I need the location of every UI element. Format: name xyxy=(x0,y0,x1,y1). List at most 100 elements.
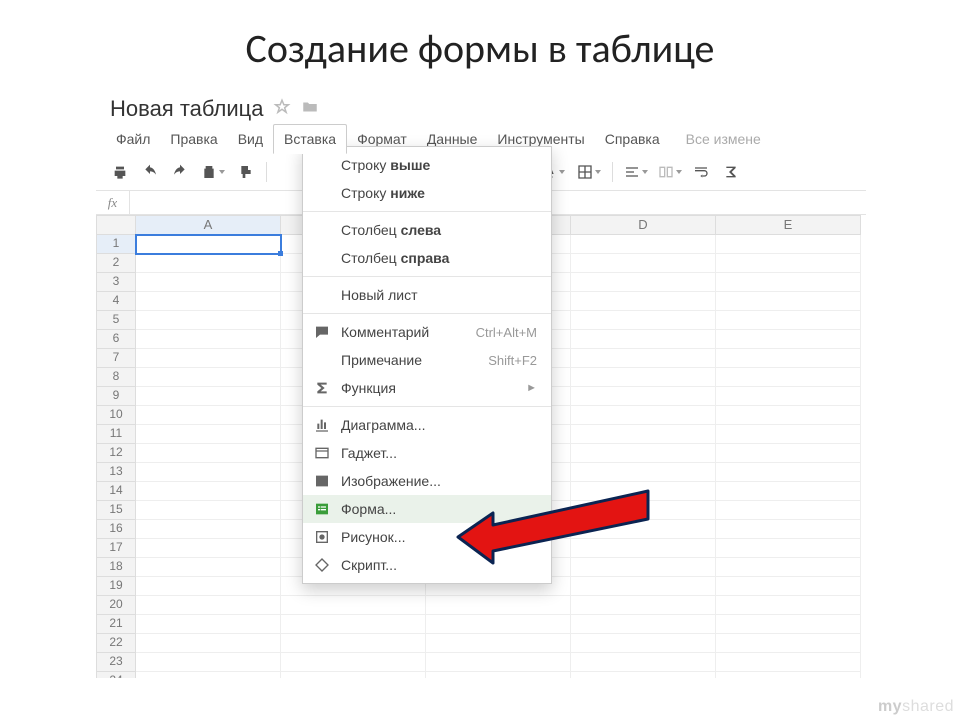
menu-view[interactable]: Вид xyxy=(228,125,273,153)
menu-help[interactable]: Справка xyxy=(595,125,670,153)
cell[interactable] xyxy=(716,254,861,273)
cell[interactable] xyxy=(716,273,861,292)
cell[interactable] xyxy=(716,672,861,678)
cell[interactable] xyxy=(281,653,426,672)
cell[interactable] xyxy=(571,615,716,634)
cell[interactable] xyxy=(571,653,716,672)
cell[interactable] xyxy=(136,577,281,596)
paste-button[interactable] xyxy=(196,160,230,184)
cell[interactable] xyxy=(136,349,281,368)
cell[interactable] xyxy=(571,311,716,330)
cell[interactable] xyxy=(716,444,861,463)
row-header[interactable]: 5 xyxy=(96,311,136,330)
cell[interactable] xyxy=(136,311,281,330)
star-icon[interactable] xyxy=(273,98,291,121)
cell[interactable] xyxy=(571,425,716,444)
cell[interactable] xyxy=(716,387,861,406)
cell[interactable] xyxy=(716,634,861,653)
cell[interactable] xyxy=(716,653,861,672)
cell[interactable] xyxy=(136,520,281,539)
dd-new-sheet[interactable]: Новый лист xyxy=(303,281,551,309)
row-header[interactable]: 12 xyxy=(96,444,136,463)
cell[interactable] xyxy=(136,634,281,653)
row-header[interactable]: 10 xyxy=(96,406,136,425)
cell[interactable] xyxy=(571,672,716,678)
functions-button[interactable] xyxy=(717,160,745,184)
row-header[interactable]: 9 xyxy=(96,387,136,406)
cell[interactable] xyxy=(281,672,426,678)
row-header[interactable]: 6 xyxy=(96,330,136,349)
cell[interactable] xyxy=(136,368,281,387)
cell[interactable] xyxy=(136,482,281,501)
cell[interactable] xyxy=(571,558,716,577)
cell[interactable] xyxy=(716,596,861,615)
row-header[interactable]: 13 xyxy=(96,463,136,482)
row-header[interactable]: 8 xyxy=(96,368,136,387)
cell[interactable] xyxy=(136,406,281,425)
row-header[interactable]: 7 xyxy=(96,349,136,368)
cell[interactable] xyxy=(716,235,861,254)
borders-button[interactable] xyxy=(572,160,606,184)
cell[interactable] xyxy=(571,482,716,501)
row-header[interactable]: 15 xyxy=(96,501,136,520)
menu-insert[interactable]: Вставка xyxy=(273,124,347,154)
col-header-e[interactable]: E xyxy=(716,215,861,235)
cell[interactable] xyxy=(716,501,861,520)
cell[interactable] xyxy=(716,311,861,330)
cell[interactable] xyxy=(136,558,281,577)
cell[interactable] xyxy=(571,577,716,596)
row-header[interactable]: 21 xyxy=(96,615,136,634)
cell[interactable] xyxy=(716,463,861,482)
row-header[interactable]: 19 xyxy=(96,577,136,596)
cell[interactable] xyxy=(716,349,861,368)
cell[interactable] xyxy=(716,292,861,311)
cell[interactable] xyxy=(571,330,716,349)
row-header[interactable]: 18 xyxy=(96,558,136,577)
cell[interactable] xyxy=(571,273,716,292)
cell[interactable] xyxy=(136,653,281,672)
cell[interactable] xyxy=(716,615,861,634)
cell[interactable] xyxy=(136,539,281,558)
row-header[interactable]: 22 xyxy=(96,634,136,653)
dd-function[interactable]: Функция ► xyxy=(303,374,551,402)
row-header[interactable]: 14 xyxy=(96,482,136,501)
menu-edit[interactable]: Правка xyxy=(160,125,227,153)
folder-icon[interactable] xyxy=(301,98,319,121)
cell[interactable] xyxy=(716,539,861,558)
cell[interactable] xyxy=(571,463,716,482)
dd-gadget[interactable]: Гаджет... xyxy=(303,439,551,467)
dd-drawing[interactable]: Рисунок... xyxy=(303,523,551,551)
cell[interactable] xyxy=(281,615,426,634)
row-header[interactable]: 1 xyxy=(96,235,136,254)
cell[interactable] xyxy=(571,501,716,520)
col-header-d[interactable]: D xyxy=(571,215,716,235)
cell[interactable] xyxy=(281,596,426,615)
dd-row-above[interactable]: Строку выше xyxy=(303,151,551,179)
cell[interactable] xyxy=(426,615,571,634)
dd-note[interactable]: Примечание Shift+F2 xyxy=(303,346,551,374)
cell[interactable] xyxy=(571,520,716,539)
cell[interactable] xyxy=(571,349,716,368)
menu-file[interactable]: Файл xyxy=(106,125,160,153)
row-header[interactable]: 4 xyxy=(96,292,136,311)
redo-button[interactable] xyxy=(166,160,194,184)
cell[interactable] xyxy=(571,539,716,558)
cell[interactable] xyxy=(716,577,861,596)
dd-image[interactable]: Изображение... xyxy=(303,467,551,495)
cell[interactable] xyxy=(136,254,281,273)
doc-title[interactable]: Новая таблица xyxy=(110,96,263,122)
row-header[interactable]: 11 xyxy=(96,425,136,444)
cell[interactable] xyxy=(571,292,716,311)
cell[interactable] xyxy=(716,406,861,425)
cell[interactable] xyxy=(571,368,716,387)
cell[interactable] xyxy=(716,368,861,387)
dd-col-left[interactable]: Столбец слева xyxy=(303,216,551,244)
cell[interactable] xyxy=(136,596,281,615)
dd-form[interactable]: Форма... xyxy=(303,495,551,523)
paint-format-button[interactable] xyxy=(232,160,260,184)
cell[interactable] xyxy=(136,672,281,678)
cell[interactable] xyxy=(136,292,281,311)
cell[interactable] xyxy=(571,254,716,273)
cell[interactable] xyxy=(571,387,716,406)
cell[interactable] xyxy=(716,558,861,577)
